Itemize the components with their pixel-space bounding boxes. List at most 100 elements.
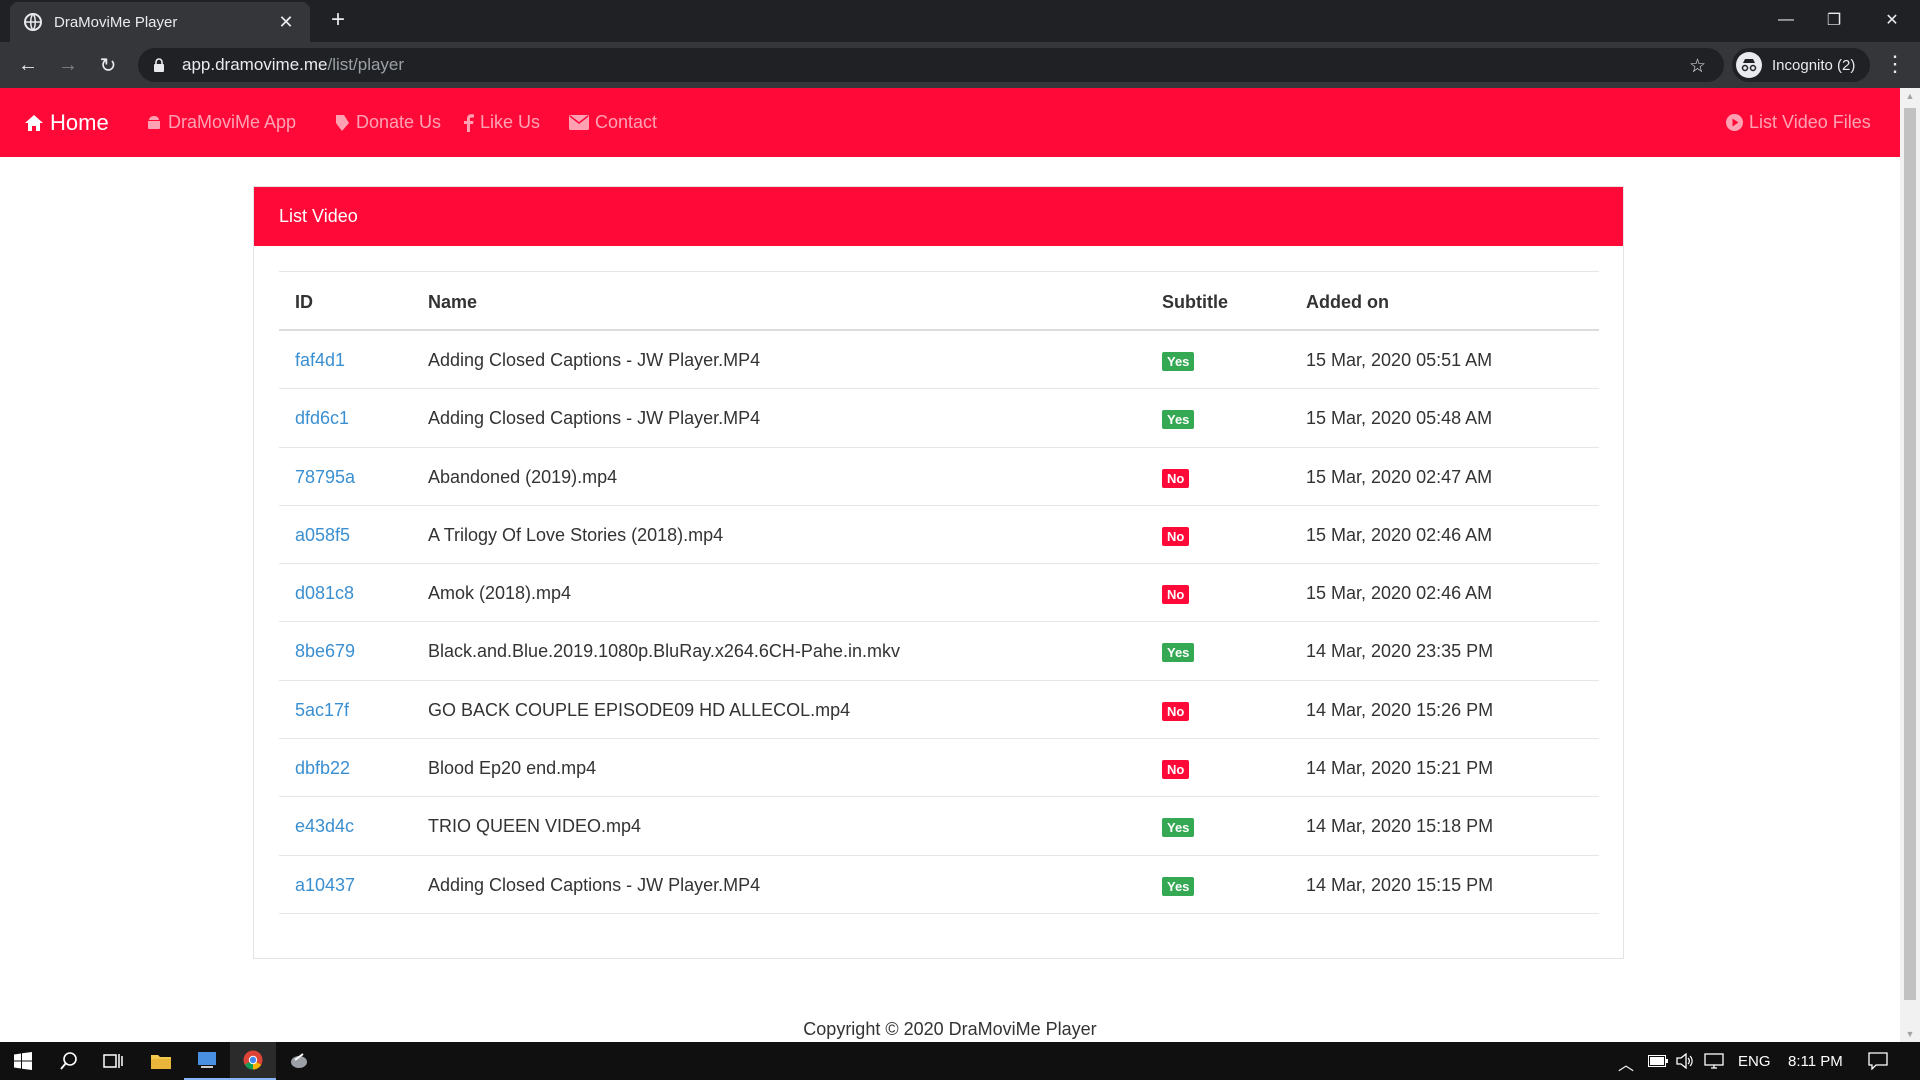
nav-like-link[interactable]: Like Us bbox=[464, 112, 540, 133]
nav-list-video-files-link[interactable]: List Video Files bbox=[1726, 112, 1871, 133]
column-header-subtitle[interactable]: Subtitle bbox=[1162, 292, 1228, 313]
windows-taskbar: ︿ ENG 8:11 PM bbox=[0, 1042, 1920, 1080]
envelope-icon bbox=[569, 115, 589, 130]
task-view-icon bbox=[103, 1054, 123, 1068]
language-indicator[interactable]: ENG bbox=[1738, 1053, 1771, 1070]
added-on-date: 15 Mar, 2020 05:51 AM bbox=[1306, 350, 1493, 370]
video-id-link[interactable]: a10437 bbox=[295, 875, 355, 896]
nav-dramovime-app-link[interactable]: DraMoviMe App bbox=[146, 112, 296, 133]
url-path: /list/player bbox=[327, 55, 405, 74]
added-on-date: 15 Mar, 2020 02:47 AM bbox=[1306, 466, 1493, 487]
table-row: d081c8 Amok (2018).mp4 No 15 Mar, 2020 02:4… bbox=[279, 564, 1599, 623]
lock-icon bbox=[154, 58, 164, 72]
video-name: GO BACK COUPLE EPISODE09 HD ALLECOL.mp4 bbox=[428, 699, 851, 720]
windows-logo-icon bbox=[14, 1052, 32, 1070]
subtitle-badge: No bbox=[1162, 585, 1190, 605]
video-name: Adding Closed Captions - JW Player.MP4 bbox=[428, 408, 761, 429]
scrollbar-thumb[interactable] bbox=[1904, 108, 1916, 1000]
footer-copyright: Copyright © 2020 DraMoviMe Player bbox=[803, 1019, 1097, 1039]
added-on-date: 14 Mar, 2020 23:35 PM bbox=[1306, 641, 1494, 662]
notifications-icon[interactable] bbox=[1868, 1052, 1888, 1070]
subtitle-badge: No bbox=[1162, 468, 1190, 488]
taskbar-app-button[interactable] bbox=[184, 1042, 230, 1080]
subtitle-badge: No bbox=[1162, 760, 1190, 780]
subtitle-badge: No bbox=[1162, 526, 1190, 546]
video-list-card: List Video ID Name Subtitle Added on faf… bbox=[253, 186, 1624, 959]
chrome-icon bbox=[243, 1050, 263, 1070]
video-id-link[interactable]: 78795a bbox=[295, 467, 355, 488]
facebook-icon bbox=[464, 113, 474, 132]
video-id-link[interactable]: dfd6c1 bbox=[295, 408, 349, 429]
card-title: List Video bbox=[254, 187, 1623, 246]
incognito-profile-button[interactable]: Incognito (2) bbox=[1732, 48, 1870, 82]
nav-donate-label: Donate Us bbox=[356, 112, 442, 132]
table-row: a10437 Adding Closed Captions - JW Player… bbox=[279, 856, 1599, 914]
tool-app-icon bbox=[291, 1053, 307, 1068]
added-on-date: 15 Mar, 2020 05:48 AM bbox=[1306, 408, 1493, 429]
start-button[interactable] bbox=[0, 1042, 46, 1080]
close-window-button[interactable]: ✕ bbox=[1864, 0, 1920, 40]
taskbar-tool-button[interactable] bbox=[276, 1042, 322, 1080]
table-row: dfd6c1 Adding Closed Captions - JW Player… bbox=[279, 389, 1599, 448]
app-window-icon bbox=[198, 1052, 216, 1068]
battery-icon[interactable] bbox=[1648, 1055, 1668, 1067]
table-row: dbfb22 Blood Ep20 end.mp4 No 14 Mar, 2020 1… bbox=[279, 739, 1599, 798]
nav-list-video-files-label: List Video Files bbox=[1749, 112, 1871, 132]
added-on-date: 15 Mar, 2020 02:46 AM bbox=[1306, 583, 1493, 604]
show-hidden-icons-icon[interactable]: ︿ bbox=[1618, 1051, 1634, 1075]
reload-button[interactable]: ↻ bbox=[94, 51, 122, 79]
search-button[interactable] bbox=[46, 1042, 92, 1080]
scroll-down-arrow-icon[interactable]: ▼ bbox=[1900, 1026, 1920, 1042]
network-icon[interactable] bbox=[1704, 1053, 1724, 1069]
home-icon bbox=[25, 115, 43, 131]
video-name: TRIO QUEEN VIDEO.mp4 bbox=[428, 816, 642, 837]
scroll-up-arrow-icon[interactable]: ▲ bbox=[1900, 88, 1920, 104]
back-button[interactable]: ← bbox=[14, 51, 42, 79]
volume-icon[interactable] bbox=[1676, 1053, 1694, 1069]
new-tab-button[interactable]: + bbox=[326, 8, 350, 32]
forward-button[interactable]: → bbox=[54, 51, 82, 79]
nav-donate-link[interactable]: Donate Us bbox=[334, 112, 441, 133]
video-id-link[interactable]: d081c8 bbox=[295, 583, 354, 604]
video-table: ID Name Subtitle Added on faf4d1 Adding C… bbox=[279, 271, 1599, 914]
file-explorer-button[interactable] bbox=[138, 1042, 184, 1080]
folder-icon bbox=[151, 1055, 171, 1069]
task-view-button[interactable] bbox=[90, 1042, 136, 1080]
column-header-id[interactable]: ID bbox=[295, 292, 313, 313]
added-on-date: 14 Mar, 2020 15:15 PM bbox=[1306, 874, 1494, 895]
close-tab-icon[interactable]: ✕ bbox=[276, 12, 296, 33]
nav-home-label: Home bbox=[50, 110, 109, 135]
nav-home-link[interactable]: Home bbox=[24, 110, 109, 136]
video-name: Adding Closed Captions - JW Player.MP4 bbox=[428, 350, 761, 370]
column-header-name[interactable]: Name bbox=[428, 292, 477, 313]
browser-titlebar: DraMoviMe Player ✕ + — ❐ ✕ bbox=[0, 0, 1920, 42]
video-id-link[interactable]: faf4d1 bbox=[295, 350, 345, 371]
table-row: 8be679 Black.and.Blue.2019.1080p.BluRay.x… bbox=[279, 622, 1599, 681]
added-on-date: 14 Mar, 2020 15:26 PM bbox=[1306, 699, 1494, 720]
column-header-added-on[interactable]: Added on bbox=[1306, 292, 1389, 313]
chrome-taskbar-button[interactable] bbox=[230, 1042, 276, 1080]
subtitle-badge: Yes bbox=[1162, 876, 1195, 896]
video-name: A Trilogy Of Love Stories (2018).mp4 bbox=[428, 524, 724, 545]
video-id-link[interactable]: e43d4c bbox=[295, 816, 354, 837]
video-id-link[interactable]: 5ac17f bbox=[295, 700, 349, 721]
subtitle-badge: Yes bbox=[1162, 352, 1195, 371]
site-navbar: Home DraMoviMe App Donate Us Like Us Con… bbox=[0, 88, 1900, 157]
nav-contact-link[interactable]: Contact bbox=[569, 112, 657, 133]
address-bar[interactable]: app.dramovime.me/list/player ☆ bbox=[138, 48, 1724, 82]
android-icon bbox=[148, 115, 160, 129]
video-id-link[interactable]: dbfb22 bbox=[295, 758, 350, 779]
video-name: Amok (2018).mp4 bbox=[428, 583, 572, 604]
video-id-link[interactable]: a058f5 bbox=[295, 525, 350, 546]
tag-icon bbox=[336, 114, 349, 131]
browser-tab[interactable]: DraMoviMe Player ✕ bbox=[10, 2, 310, 42]
restore-button[interactable]: ❐ bbox=[1806, 0, 1862, 40]
taskbar-clock[interactable]: 8:11 PM bbox=[1788, 1053, 1843, 1070]
browser-menu-icon[interactable]: ⋮ bbox=[1884, 50, 1906, 78]
table-row: faf4d1 Adding Closed Captions - JW Player… bbox=[279, 331, 1599, 390]
page-scrollbar[interactable]: ▲ ▼ bbox=[1900, 88, 1920, 1042]
video-name: Black.and.Blue.2019.1080p.BluRay.x264.6C… bbox=[428, 641, 900, 662]
page-viewport: Home DraMoviMe App Donate Us Like Us Con… bbox=[0, 88, 1900, 1042]
bookmark-star-icon[interactable]: ☆ bbox=[1689, 55, 1706, 78]
video-id-link[interactable]: 8be679 bbox=[295, 641, 355, 662]
